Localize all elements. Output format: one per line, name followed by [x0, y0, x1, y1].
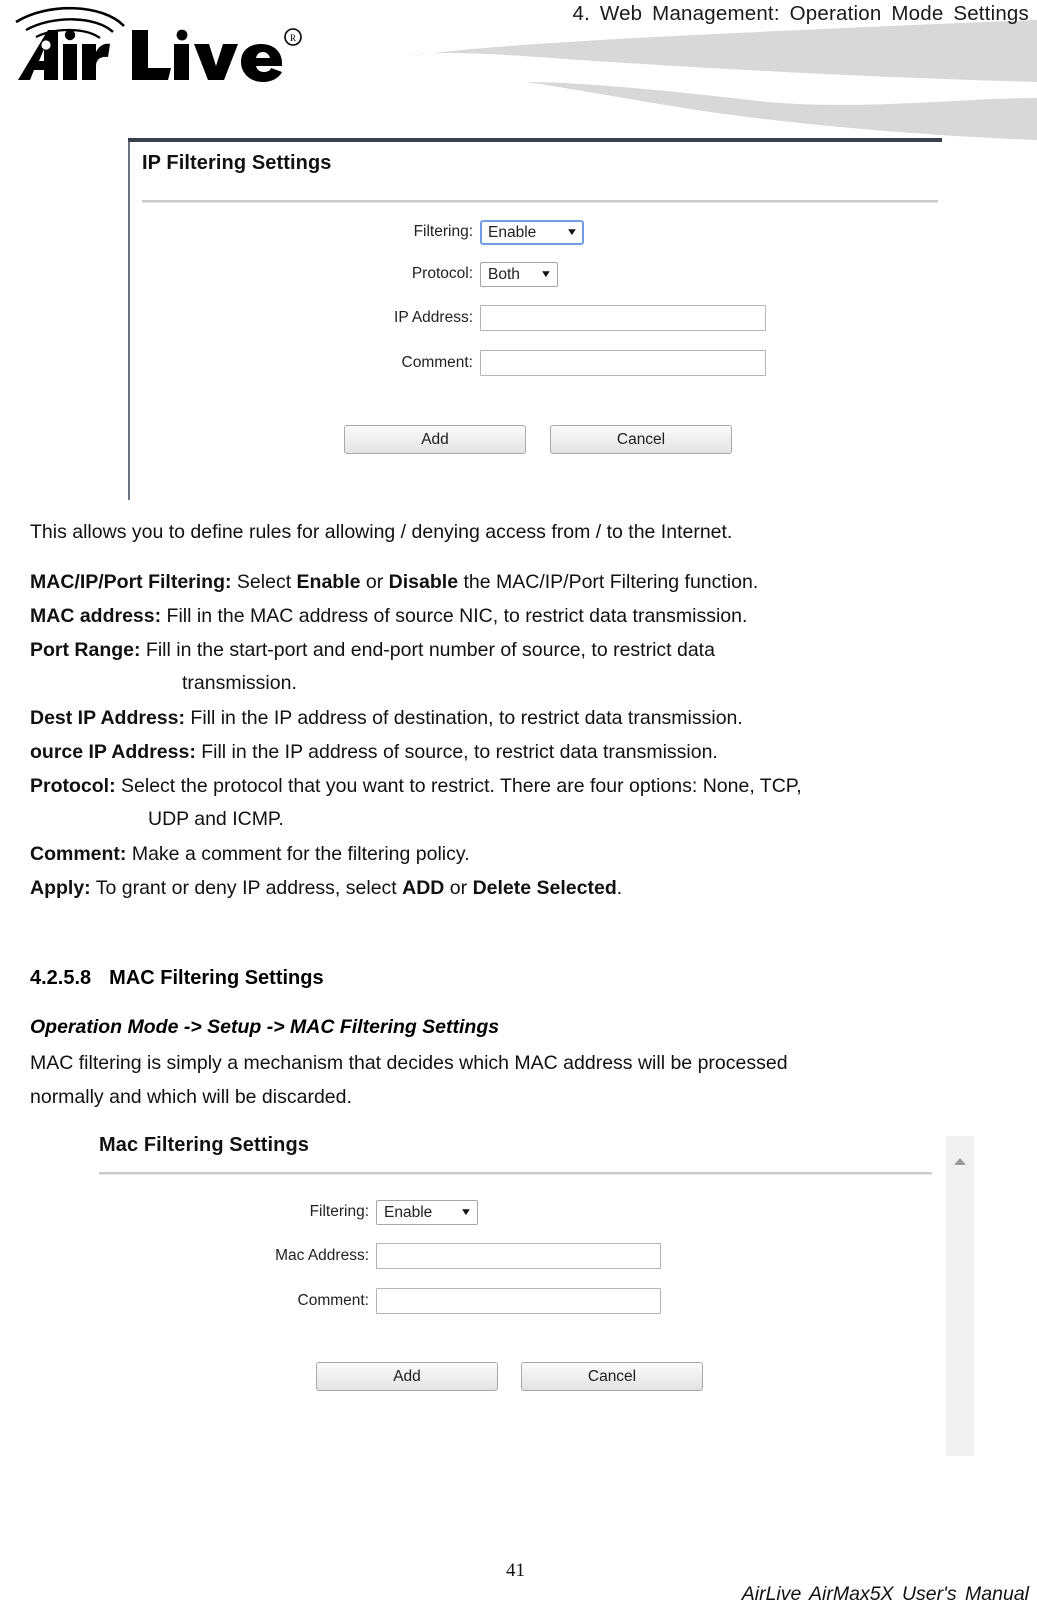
definition-term: Protocol:: [30, 775, 116, 797]
intro-paragraph: This allows you to define rules for allo…: [30, 521, 733, 543]
definition-text: Make a comment for the filtering policy.: [126, 843, 470, 865]
definition-term: MAC address:: [30, 605, 162, 627]
ip-address-input[interactable]: [480, 305, 766, 331]
definition-text: Fill in the IP address of destination, t…: [184, 707, 743, 729]
mac-filtering-select[interactable]: Enable ▼: [376, 1199, 478, 1225]
svg-text:R: R: [290, 33, 296, 43]
definition-mac-ip-port-filtering: MAC/IP/Port Filtering: Select Enable or …: [30, 571, 1030, 594]
definition-dest-ip-address: Dest IP Address: Fill in the IP address …: [30, 707, 1030, 730]
breadcrumb: Operation Mode -> Setup -> MAC Filtering…: [30, 1016, 500, 1038]
mac-address-row: Mac Address:: [85, 1242, 661, 1270]
ip-filtering-row: Filtering: Enable ▼: [128, 218, 584, 246]
mac-comment-row: Comment:: [85, 1287, 661, 1315]
header-swoosh-graphic: [330, 20, 1037, 140]
footer-manual-title: AirLive AirMax5X User's Manual: [741, 1583, 1029, 1605]
definition-text: or: [360, 571, 389, 593]
definition-text: Fill in the IP address of source, to res…: [195, 741, 718, 763]
section-description-line1: MAC filtering is simply a mechanism that…: [30, 1052, 788, 1074]
definition-text: the MAC/IP/Port Filtering function.: [458, 571, 759, 593]
ip-address-label: IP Address:: [394, 309, 473, 326]
section-title: MAC Filtering Settings: [109, 967, 324, 989]
ip-comment-label: Comment:: [401, 354, 474, 371]
mac-comment-label: Comment:: [297, 1292, 370, 1309]
definition-text: or: [444, 877, 473, 899]
chevron-down-icon: ▼: [539, 268, 553, 280]
ip-add-button[interactable]: Add: [344, 425, 526, 454]
mac-comment-input[interactable]: [376, 1288, 661, 1314]
definition-mac-address: MAC address: Fill in the MAC address of …: [30, 605, 1030, 628]
definition-port-range: Port Range: Fill in the start-port and e…: [30, 639, 1030, 662]
ip-panel-divider: [142, 200, 938, 203]
ip-cancel-button[interactable]: Cancel: [550, 425, 732, 454]
definition-term: Apply:: [30, 877, 91, 899]
ip-protocol-label: Protocol:: [411, 265, 473, 282]
definition-protocol-continuation: UDP and ICMP.: [148, 808, 284, 830]
definition-emphasis-add: ADD: [402, 877, 445, 899]
ip-comment-input[interactable]: [480, 350, 766, 376]
ip-filtering-label: Filtering:: [413, 223, 473, 240]
definition-text: .: [616, 877, 623, 899]
definition-text: Select the protocol that you want to res…: [115, 775, 802, 797]
page-header-title: 4. Web Management: Operation Mode Settin…: [572, 2, 1029, 25]
definition-term: ource IP Address:: [30, 741, 196, 763]
definition-source-ip-address: ource IP Address: Fill in the IP address…: [30, 741, 1030, 764]
definition-comment: Comment: Make a comment for the filterin…: [30, 843, 1030, 866]
panel-top-border: [128, 138, 942, 142]
definition-emphasis-disable: Disable: [388, 571, 459, 593]
definition-term: Comment:: [30, 843, 127, 865]
mac-filtering-select-value: Enable: [384, 1203, 433, 1221]
mac-address-input[interactable]: [376, 1243, 661, 1269]
mac-panel-title: Mac Filtering Settings: [99, 1134, 310, 1156]
definition-protocol: Protocol: Select the protocol that you w…: [30, 775, 1030, 798]
mac-address-label: Mac Address:: [275, 1247, 369, 1264]
section-number: 4.2.5.8: [30, 967, 92, 989]
section-heading: 4.2.5.8 MAC Filtering Settings: [30, 967, 324, 990]
chevron-down-icon: ▼: [459, 1206, 473, 1218]
vertical-scrollbar[interactable]: [946, 1136, 974, 1456]
definition-port-range-continuation: transmission.: [182, 672, 297, 694]
ip-protocol-select-value: Both: [488, 265, 520, 283]
definition-text: Fill in the start-port and end-port numb…: [140, 639, 715, 661]
definition-emphasis-enable: Enable: [296, 571, 361, 593]
mac-filtering-row: Filtering: Enable ▼: [85, 1198, 478, 1226]
ip-filtering-settings-screenshot: IP Filtering Settings Filtering: Enable …: [128, 138, 944, 500]
ip-address-row: IP Address:: [128, 304, 766, 332]
mac-cancel-button[interactable]: Cancel: [521, 1362, 703, 1391]
ip-protocol-row: Protocol: Both ▼: [128, 260, 558, 288]
mac-panel-divider: [99, 1172, 932, 1175]
scroll-up-arrow-icon[interactable]: [954, 1158, 966, 1165]
section-description-line2: normally and which will be discarded.: [30, 1086, 352, 1108]
definition-term: MAC/IP/Port Filtering:: [30, 571, 232, 593]
document-page: R 4. Web Management: Operation Mode Sett…: [0, 0, 1037, 1619]
ip-filtering-select-value: Enable: [488, 223, 537, 241]
chevron-down-icon: ▼: [565, 226, 579, 238]
definition-term: Dest IP Address:: [30, 707, 185, 729]
page-number: 41: [506, 1560, 525, 1581]
airlive-logo: R: [8, 4, 308, 90]
mac-filtering-label: Filtering:: [309, 1203, 369, 1220]
mac-filtering-settings-screenshot: Mac Filtering Settings Filtering: Enable…: [85, 1122, 974, 1458]
mac-add-button[interactable]: Add: [316, 1362, 498, 1391]
ip-protocol-select[interactable]: Both ▼: [480, 261, 558, 287]
ip-filtering-select[interactable]: Enable ▼: [480, 219, 584, 245]
page-header: R 4. Web Management: Operation Mode Sett…: [0, 0, 1037, 140]
definition-apply: Apply: To grant or deny IP address, sele…: [30, 877, 1030, 900]
definition-text: Fill in the MAC address of source NIC, t…: [161, 605, 748, 627]
ip-comment-row: Comment:: [128, 349, 766, 377]
definition-text: Select: [231, 571, 297, 593]
ip-panel-title: IP Filtering Settings: [142, 152, 332, 174]
definition-term: Port Range:: [30, 639, 141, 661]
definition-emphasis-delete-selected: Delete Selected: [472, 877, 617, 899]
definition-text: To grant or deny IP address, select: [90, 877, 403, 899]
